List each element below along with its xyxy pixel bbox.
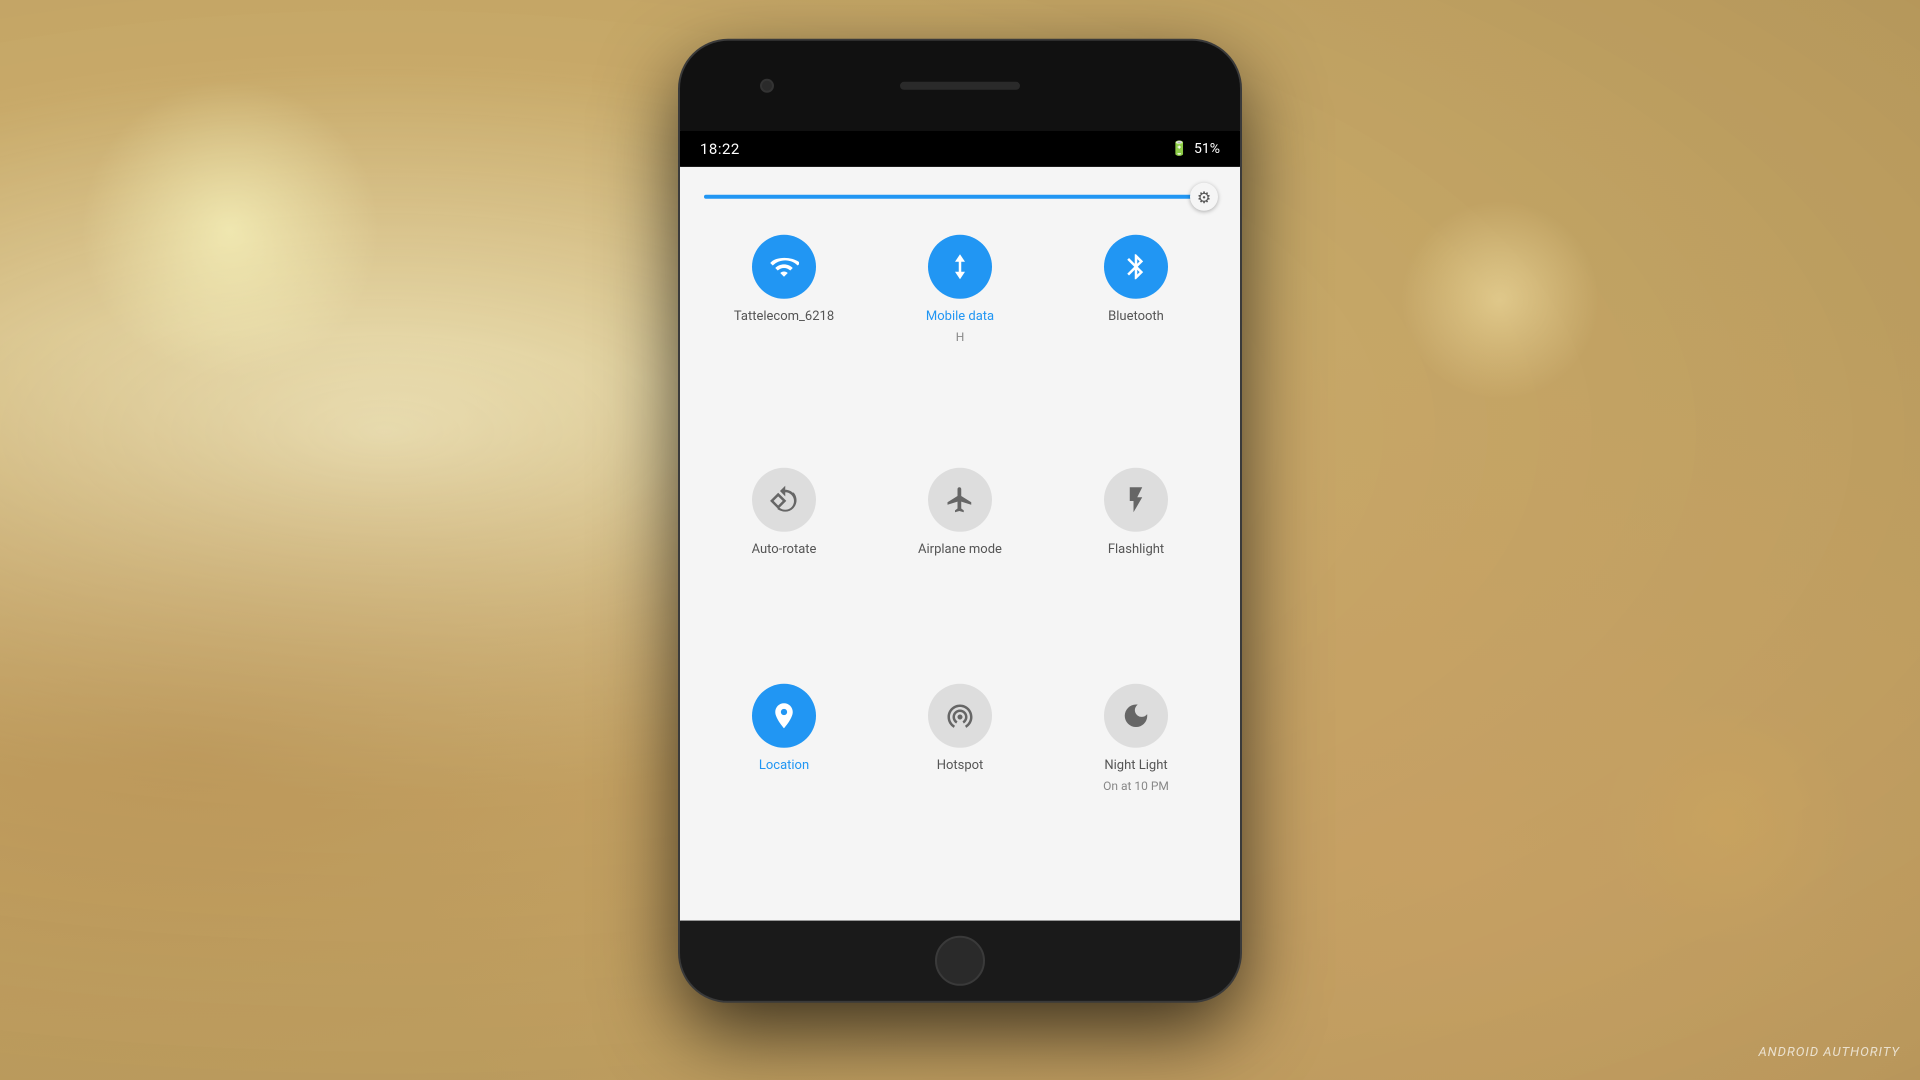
brightness-row[interactable]: ⚙ — [696, 187, 1224, 219]
location-icon — [769, 700, 799, 730]
location-icon-bg — [752, 683, 816, 747]
flashlight-label: Flashlight — [1108, 542, 1164, 559]
auto-rotate-icon — [769, 485, 799, 515]
brightness-slider-thumb[interactable]: ⚙ — [1190, 183, 1218, 211]
quick-settings-panel: ⚙ Tattelecom_6218 — [680, 167, 1240, 921]
front-camera — [760, 79, 774, 93]
status-time: 18:22 — [700, 140, 740, 158]
night-light-label: Night Light — [1104, 757, 1167, 774]
phone-top-bezel — [680, 41, 1240, 131]
phone-speaker — [900, 82, 1020, 90]
mobile-data-icon — [945, 252, 975, 282]
mobile-data-sublabel: H — [956, 330, 965, 344]
status-bar: 18:22 🔋 51% — [680, 131, 1240, 167]
wifi-label: Tattelecom_6218 — [734, 309, 834, 326]
hotspot-label: Hotspot — [937, 757, 984, 774]
bluetooth-label: Bluetooth — [1108, 309, 1164, 326]
watermark: ANDROID AUTHORITY — [1758, 1045, 1900, 1060]
phone: 18:22 🔋 51% ⚙ — [680, 41, 1240, 1001]
airplane-label: Airplane mode — [918, 542, 1002, 559]
tile-night-light[interactable]: Night Light On at 10 PM — [1048, 667, 1224, 900]
tile-auto-rotate[interactable]: Auto-rotate — [696, 452, 872, 667]
hotspot-icon-bg — [928, 683, 992, 747]
phone-bottom-bezel — [680, 921, 1240, 1001]
airplane-icon-bg — [928, 468, 992, 532]
home-button[interactable] — [935, 936, 985, 986]
tile-flashlight[interactable]: Flashlight — [1048, 452, 1224, 667]
night-light-icon-bg — [1104, 683, 1168, 747]
wifi-icon-bg — [752, 235, 816, 299]
bluetooth-icon — [1121, 252, 1151, 282]
tile-wifi[interactable]: Tattelecom_6218 — [696, 219, 872, 452]
auto-rotate-icon-bg — [752, 468, 816, 532]
tile-airplane-mode[interactable]: Airplane mode — [872, 452, 1048, 667]
battery-percent: 51% — [1194, 141, 1220, 157]
hotspot-icon — [945, 700, 975, 730]
brightness-slider-track[interactable]: ⚙ — [704, 195, 1216, 199]
wifi-icon — [769, 252, 799, 282]
battery-icon: 🔋 — [1171, 141, 1188, 157]
airplane-icon — [945, 485, 975, 515]
mobile-data-icon-bg — [928, 235, 992, 299]
bluetooth-icon-bg — [1104, 235, 1168, 299]
tiles-grid: Tattelecom_6218 Mobile data H — [696, 219, 1224, 901]
night-light-sublabel: On at 10 PM — [1103, 778, 1169, 792]
flashlight-icon-bg — [1104, 468, 1168, 532]
location-label: Location — [759, 757, 809, 774]
flashlight-icon — [1121, 485, 1151, 515]
tile-bluetooth[interactable]: Bluetooth — [1048, 219, 1224, 452]
tile-location[interactable]: Location — [696, 667, 872, 900]
brightness-gear-icon: ⚙ — [1197, 187, 1211, 206]
tile-mobile-data[interactable]: Mobile data H — [872, 219, 1048, 452]
tile-hotspot[interactable]: Hotspot — [872, 667, 1048, 900]
auto-rotate-label: Auto-rotate — [752, 542, 817, 559]
status-right: 🔋 51% — [1171, 141, 1220, 157]
mobile-data-label: Mobile data — [926, 309, 994, 326]
moon-icon — [1121, 700, 1151, 730]
phone-screen: ⚙ Tattelecom_6218 — [680, 167, 1240, 921]
